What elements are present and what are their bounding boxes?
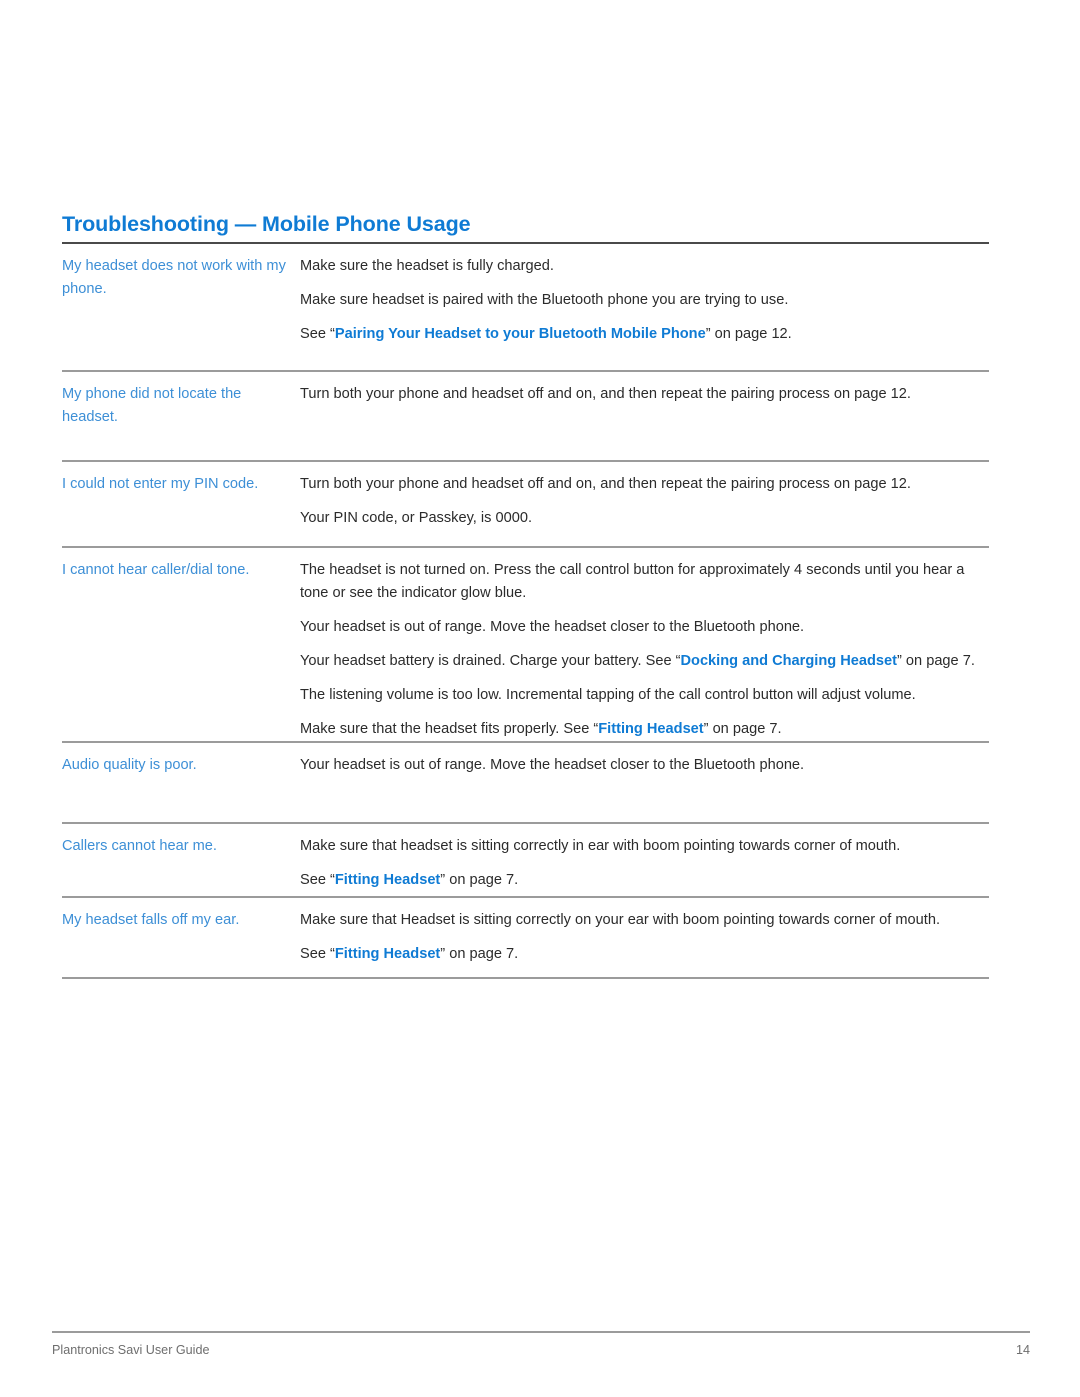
solution-text: Make sure that the headset fits properly… <box>300 721 599 737</box>
solution-line: See “Fitting Headset” on page 7. <box>300 943 987 966</box>
solution-text: Your PIN code, or Passkey, is 0000. <box>300 510 533 526</box>
solution-cell: Your headset is out of range. Move the h… <box>300 743 989 777</box>
solution-text: Your headset battery is drained. Charge … <box>300 653 681 669</box>
solution-line: The listening volume is too low. Increme… <box>300 684 987 707</box>
solution-cell: Make sure that headset is sitting correc… <box>300 824 989 892</box>
footer-page-number: 14 <box>1015 1343 1030 1357</box>
solution-line: Make sure that headset is sitting correc… <box>300 835 987 858</box>
solution-text: The listening volume is too low. Increme… <box>300 687 916 703</box>
solution-line: Make sure the headset is fully charged. <box>300 255 987 278</box>
solution-cell: Turn both your phone and headset off and… <box>300 372 989 406</box>
solution-line: Make sure that Headset is sitting correc… <box>300 909 987 932</box>
footer-document-title: Plantronics Savi User Guide <box>52 1343 210 1357</box>
solution-text: See “ <box>300 872 335 888</box>
solution-text: Your headset is out of range. Move the h… <box>300 619 805 635</box>
table-row: I could not enter my PIN code. Turn both… <box>62 462 989 546</box>
document-page: Troubleshooting — Mobile Phone Usage My … <box>0 0 1080 1397</box>
solution-text: Turn both your phone and headset off and… <box>300 386 911 402</box>
solution-text: The headset is not turned on. Press the … <box>300 562 965 601</box>
solution-cell: Turn both your phone and headset off and… <box>300 462 989 530</box>
solution-text: ” on page 7. <box>703 721 782 737</box>
solution-line: Make sure that the headset fits properly… <box>300 718 987 741</box>
solution-line: Your headset battery is drained. Charge … <box>300 650 987 673</box>
cross-reference-link[interactable]: Docking and Charging Headset <box>680 653 897 669</box>
solution-line: Your headset is out of range. Move the h… <box>300 754 987 777</box>
solution-line: See “Pairing Your Headset to your Blueto… <box>300 323 987 346</box>
cross-reference-link[interactable]: Pairing Your Headset to your Bluetooth M… <box>335 326 706 342</box>
table-row: My phone did not locate the headset. Tur… <box>62 372 989 460</box>
cross-reference-link[interactable]: Fitting Headset <box>335 872 440 888</box>
issue-label: Audio quality is poor. <box>62 757 197 773</box>
solution-text: ” on page 7. <box>440 872 519 888</box>
solution-line: Turn both your phone and headset off and… <box>300 473 987 496</box>
solution-text: Make sure that headset is sitting correc… <box>300 838 901 854</box>
table-row: My headset falls off my ear. Make sure t… <box>62 898 989 977</box>
issue-label: I cannot hear caller/dial tone. <box>62 562 250 578</box>
solution-text: ” on page 7. <box>440 946 519 962</box>
cross-reference-link[interactable]: Fitting Headset <box>335 946 440 962</box>
solution-cell: Make sure that Headset is sitting correc… <box>300 898 989 966</box>
solution-text: Your headset is out of range. Move the h… <box>300 757 805 773</box>
troubleshooting-table: My headset does not work with my phone. … <box>62 242 989 979</box>
solution-line: Your PIN code, or Passkey, is 0000. <box>300 507 987 530</box>
solution-text: ” on page 7. <box>897 653 975 669</box>
solution-cell: Make sure the headset is fully charged. … <box>300 244 989 346</box>
table-bottom-rule <box>62 977 989 979</box>
issue-label: I could not enter my PIN code. <box>62 476 259 492</box>
page-title: Troubleshooting — Mobile Phone Usage <box>62 212 471 237</box>
footer-divider <box>52 1331 1030 1333</box>
issue-label: My headset falls off my ear. <box>62 912 240 928</box>
table-row: I cannot hear caller/dial tone. The head… <box>62 548 989 741</box>
solution-text: Make sure headset is paired with the Blu… <box>300 292 789 308</box>
solution-line: Turn both your phone and headset off and… <box>300 383 987 406</box>
solution-line: Make sure headset is paired with the Blu… <box>300 289 987 312</box>
solution-text: Make sure the headset is fully charged. <box>300 258 554 274</box>
solution-text: See “ <box>300 946 335 962</box>
solution-text: Make sure that Headset is sitting correc… <box>300 912 940 928</box>
issue-label: Callers cannot hear me. <box>62 838 217 854</box>
table-row: Callers cannot hear me. Make sure that h… <box>62 824 989 896</box>
solution-line: Your headset is out of range. Move the h… <box>300 616 987 639</box>
solution-text: ” on page 12. <box>705 326 792 342</box>
solution-line: See “Fitting Headset” on page 7. <box>300 869 987 892</box>
table-row: My headset does not work with my phone. … <box>62 244 989 370</box>
issue-label: My headset does not work with my phone. <box>62 258 286 297</box>
solution-cell: The headset is not turned on. Press the … <box>300 548 989 741</box>
issue-label: My phone did not locate the headset. <box>62 386 242 425</box>
solution-text: Turn both your phone and headset off and… <box>300 476 911 492</box>
solution-line: The headset is not turned on. Press the … <box>300 559 987 605</box>
solution-text: See “ <box>300 326 335 342</box>
cross-reference-link[interactable]: Fitting Headset <box>598 721 703 737</box>
table-row: Audio quality is poor. Your headset is o… <box>62 743 989 822</box>
